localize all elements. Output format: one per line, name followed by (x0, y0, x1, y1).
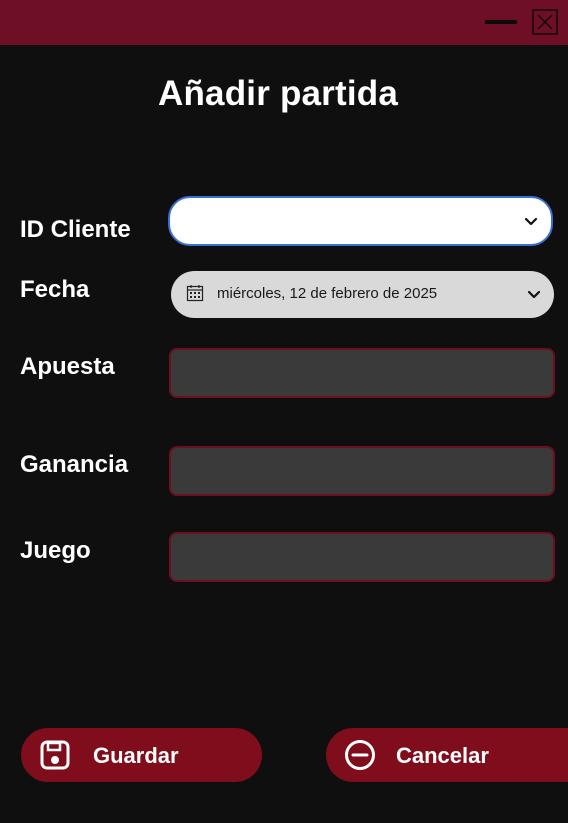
apuesta-input[interactable] (169, 348, 555, 398)
chevron-down-icon (524, 217, 538, 226)
id-cliente-combobox[interactable] (168, 196, 553, 246)
juego-input[interactable] (169, 532, 555, 582)
save-button[interactable]: Guardar (21, 728, 262, 782)
fecha-datepicker[interactable]: miércoles, 12 de febrero de 2025 (171, 271, 554, 318)
cancel-button[interactable]: Cancelar (326, 728, 568, 782)
ganancia-input[interactable] (169, 446, 555, 496)
ganancia-label: Ganancia (20, 451, 129, 478)
id-cliente-label: ID Cliente (20, 216, 131, 243)
fecha-value: miércoles, 12 de febrero de 2025 (217, 285, 438, 302)
titlebar (0, 0, 568, 45)
calendar-icon (186, 285, 204, 302)
minimize-icon[interactable] (482, 10, 520, 34)
minus-circle-icon (345, 740, 375, 770)
page-title: Añadir partida (157, 74, 399, 113)
add-game-window: Añadir partida ID Cliente Fecha miércole… (0, 0, 568, 823)
save-button-label: Guardar (93, 743, 179, 768)
close-icon[interactable] (532, 9, 558, 35)
chevron-down-icon (527, 290, 541, 299)
cancel-button-label: Cancelar (396, 743, 489, 768)
apuesta-label: Apuesta (20, 353, 115, 380)
fecha-label: Fecha (20, 276, 90, 303)
juego-label: Juego (20, 537, 91, 564)
save-icon (40, 740, 70, 770)
